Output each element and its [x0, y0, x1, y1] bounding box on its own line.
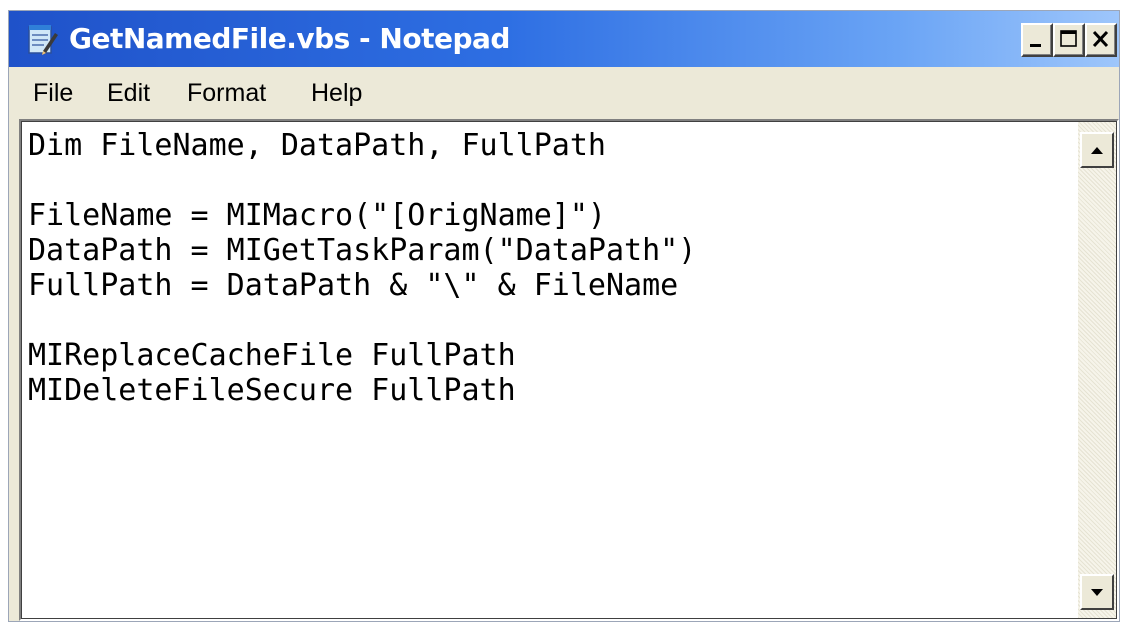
maximize-button[interactable] — [1053, 23, 1085, 57]
editor-area[interactable]: Dim FileName, DataPath, FullPath FileNam… — [22, 122, 1116, 618]
title-bar[interactable]: GetNamedFile.vbs - Notepad — [9, 11, 1119, 67]
scroll-down-arrow-icon — [1091, 589, 1103, 596]
minimize-icon — [1030, 44, 1041, 47]
editor-frame: Dim FileName, DataPath, FullPath FileNam… — [19, 119, 1119, 621]
menu-file[interactable]: File — [33, 77, 73, 109]
menu-format[interactable]: Format — [187, 77, 266, 109]
editor-text[interactable]: Dim FileName, DataPath, FullPath FileNam… — [28, 128, 1076, 612]
scroll-up-arrow-icon — [1091, 147, 1103, 154]
menu-edit[interactable]: Edit — [107, 77, 150, 109]
maximize-icon — [1060, 30, 1077, 47]
close-button[interactable] — [1085, 23, 1117, 57]
menu-help[interactable]: Help — [311, 77, 362, 109]
vertical-scrollbar[interactable] — [1078, 122, 1116, 618]
scroll-up-button[interactable] — [1080, 132, 1114, 168]
close-icon — [1092, 30, 1109, 48]
notepad-icon[interactable] — [23, 21, 59, 57]
window-title: GetNamedFile.vbs - Notepad — [69, 22, 510, 55]
minimize-button[interactable] — [1021, 23, 1053, 57]
notepad-window: GetNamedFile.vbs - Notepad File Edit For… — [8, 10, 1120, 622]
menu-bar: File Edit Format Help — [9, 67, 1119, 119]
scroll-down-button[interactable] — [1080, 574, 1114, 610]
